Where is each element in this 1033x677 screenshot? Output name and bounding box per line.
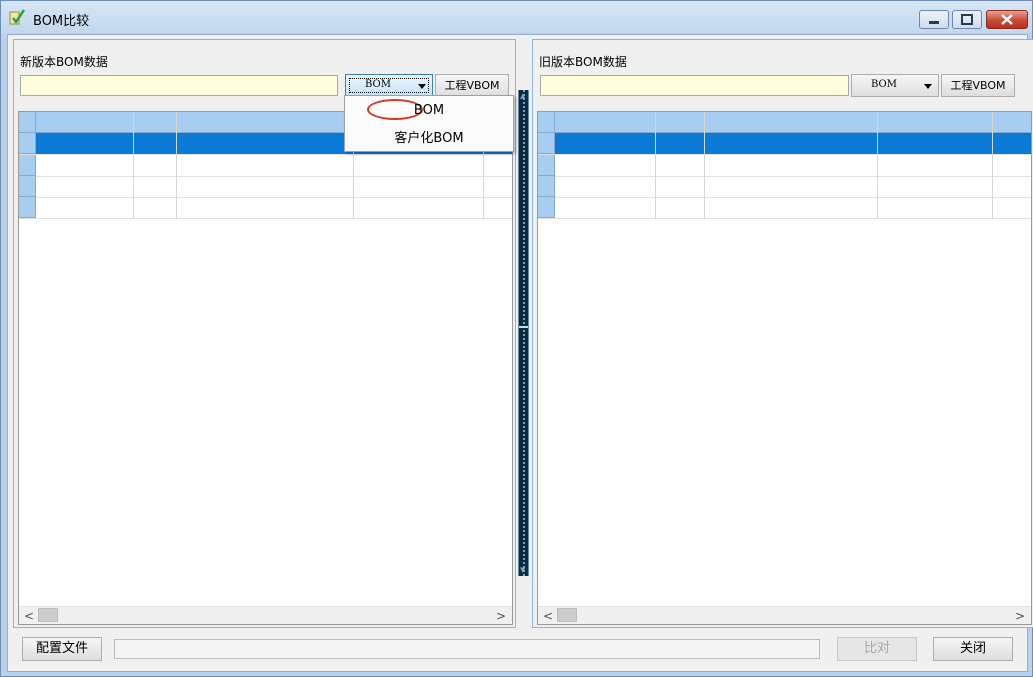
table-row[interactable] [19, 155, 512, 177]
progress-bar [114, 639, 820, 659]
column-divider [877, 112, 878, 218]
close-icon [1001, 14, 1013, 25]
dropdown-option-custom-bom[interactable]: 客户化BOM [345, 127, 513, 146]
config-file-button[interactable]: 配置文件 [22, 637, 102, 661]
old-version-label: 旧版本BOM数据 [539, 55, 627, 69]
splitter-mid-mark [519, 326, 528, 328]
horizontal-scrollbar[interactable]: < > [19, 606, 512, 624]
row-header[interactable] [19, 133, 36, 154]
scroll-right-icon[interactable]: > [1015, 609, 1025, 623]
restore-icon [961, 14, 973, 25]
row-header[interactable] [19, 197, 36, 218]
column-divider [655, 112, 656, 218]
scroll-left-icon[interactable]: < [24, 609, 34, 623]
pane-splitter[interactable]: ▲ ▼ [518, 90, 529, 576]
row-header[interactable] [538, 133, 555, 154]
corner-cell [19, 112, 36, 133]
old-version-pane: 旧版本BOM数据 BOM 工程VBOM < > [532, 39, 1033, 628]
splitter-up-icon[interactable]: ▲ [520, 92, 525, 100]
corner-cell [538, 112, 555, 133]
scroll-right-icon[interactable]: > [496, 609, 506, 623]
scroll-left-icon[interactable]: < [543, 609, 553, 623]
row-header[interactable] [19, 176, 36, 197]
column-divider [704, 112, 705, 218]
grid-header [538, 112, 1031, 133]
horizontal-scrollbar[interactable]: < > [538, 606, 1031, 624]
dropdown-option-bom[interactable]: BOM [345, 103, 513, 118]
old-engineering-vbom-button[interactable]: 工程VBOM [941, 74, 1015, 97]
row-header[interactable] [19, 155, 36, 176]
splitter-down-icon[interactable]: ▼ [520, 566, 525, 574]
scroll-thumb[interactable] [38, 608, 58, 622]
table-row[interactable] [538, 155, 1031, 177]
combo-value: BOM [871, 79, 897, 90]
table-row[interactable] [19, 176, 512, 198]
new-engineering-vbom-button[interactable]: 工程VBOM [435, 74, 509, 97]
maximize-button[interactable] [952, 10, 982, 29]
new-bom-grid[interactable]: < > [18, 111, 513, 625]
scroll-thumb[interactable] [557, 608, 577, 622]
close-window-button[interactable] [986, 10, 1028, 29]
column-divider [176, 112, 177, 218]
bom-type-dropdown: BOM 客户化BOM [344, 95, 514, 152]
column-divider [133, 112, 134, 218]
window-title: BOM比较 [33, 14, 90, 29]
row-header[interactable] [538, 176, 555, 197]
table-row[interactable] [538, 176, 1031, 198]
minimize-button[interactable] [919, 10, 949, 29]
app-icon [9, 9, 25, 25]
new-bom-type-combo[interactable]: BOM [345, 74, 433, 97]
old-bom-type-combo[interactable]: BOM [851, 74, 939, 97]
bom-compare-window: BOM比较 新版本BOM数据 BOM 工程VBOM < > ▲ ▼ 旧版本BOM… [0, 0, 1033, 677]
close-button[interactable]: 关闭 [933, 637, 1013, 661]
row-header[interactable] [538, 197, 555, 218]
table-row[interactable] [538, 197, 1031, 219]
chevron-down-icon [924, 84, 932, 89]
title-bar[interactable]: BOM比较 [1, 1, 1032, 33]
old-bom-grid[interactable]: < > [537, 111, 1032, 625]
minimize-icon [929, 21, 939, 24]
new-version-label: 新版本BOM数据 [20, 55, 108, 69]
splitter-grip [523, 90, 525, 576]
focus-rect [349, 78, 429, 93]
old-bom-path-input[interactable] [540, 75, 849, 96]
column-divider [992, 112, 993, 218]
table-row[interactable] [538, 133, 1031, 155]
compare-button[interactable]: 比对 [837, 637, 917, 661]
row-header[interactable] [538, 155, 555, 176]
client-area: 新版本BOM数据 BOM 工程VBOM < > ▲ ▼ 旧版本BOM数据 BOM… [7, 34, 1033, 672]
new-bom-path-input[interactable] [20, 75, 338, 96]
table-row[interactable] [19, 197, 512, 219]
